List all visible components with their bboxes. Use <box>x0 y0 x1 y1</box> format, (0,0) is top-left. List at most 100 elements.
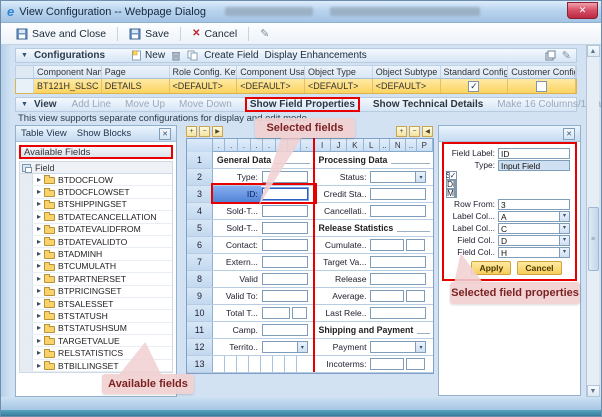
column-header-standard-config[interactable]: Standard Config. <box>441 66 509 78</box>
row-number[interactable]: 7 <box>187 254 213 270</box>
tree-item-btstatushsum[interactable]: ▸BTSTATUSHSUM <box>20 323 172 335</box>
empty-cell[interactable] <box>285 356 297 372</box>
shift-right-button[interactable]: ▶ <box>212 126 223 137</box>
field-label-last-rele[interactable]: Last Rele.. <box>314 305 369 321</box>
expand-icon[interactable]: ▸ <box>37 300 41 308</box>
expand-icon[interactable]: ▸ <box>37 275 41 283</box>
close-button[interactable]: ✕ <box>567 2 598 19</box>
property-dropdown[interactable]: D▾ <box>498 235 570 246</box>
input-field[interactable] <box>262 239 308 251</box>
tab-table-view[interactable]: Table View <box>21 128 67 139</box>
field-label-total-t[interactable]: Total T... <box>213 305 261 321</box>
grid-column-header-n[interactable]: N <box>390 139 406 152</box>
column-header-customer-config[interactable]: Customer Config. <box>508 66 576 78</box>
input-field[interactable] <box>262 307 290 319</box>
grid-column-header-i[interactable]: I <box>314 139 330 152</box>
grid-column-header-l[interactable]: L <box>364 139 380 152</box>
grid-column-header-[interactable]: .. <box>380 139 390 152</box>
dropdown-field[interactable]: ▾ <box>262 341 308 353</box>
expand-icon[interactable]: ▸ <box>37 225 41 233</box>
tree-item-btshippingset[interactable]: ▸BTSHIPPINGSET <box>20 199 172 211</box>
add-column-button[interactable]: + <box>186 126 197 137</box>
input-field[interactable] <box>370 290 404 302</box>
add-column-button[interactable]: + <box>396 126 407 137</box>
expand-icon[interactable]: ▸ <box>37 312 41 320</box>
expand-icon[interactable]: ▸ <box>37 213 41 221</box>
row-number[interactable]: 11 <box>187 322 213 338</box>
delete-configuration-button[interactable] <box>171 50 181 61</box>
view-action-show-field-properties[interactable]: Show Field Properties <box>245 97 360 112</box>
display-enhancements-button[interactable]: Display Enhancements <box>265 50 367 61</box>
grid-column-header[interactable]: . <box>238 139 251 152</box>
property-readonly-field[interactable]: Input Field <box>498 160 570 171</box>
close-panel-button[interactable]: ✕ <box>159 128 171 140</box>
row-number[interactable]: 8 <box>187 271 213 287</box>
save-button[interactable]: Save <box>124 27 174 41</box>
row-number[interactable]: 9 <box>187 288 213 304</box>
empty-cell[interactable] <box>225 356 237 372</box>
tree-item-btdatevalidto[interactable]: ▸BTDATEVALIDTO <box>20 236 172 248</box>
expand-icon[interactable]: ▸ <box>37 250 41 258</box>
expand-icon[interactable]: ▸ <box>37 337 41 345</box>
remove-column-button[interactable]: − <box>199 126 210 137</box>
grid-column-header-k[interactable]: K <box>347 139 363 152</box>
empty-cell[interactable] <box>237 356 249 372</box>
field-label-valid[interactable]: Valid <box>213 271 261 287</box>
shift-left-button[interactable]: ◀ <box>422 126 433 137</box>
grid-column-header[interactable]: . <box>213 139 226 152</box>
remove-column-button[interactable]: − <box>409 126 420 137</box>
configurations-section-title[interactable]: Configurations <box>34 50 105 61</box>
field-label-status[interactable]: Status: <box>314 169 369 185</box>
scroll-up-icon[interactable]: ▲ <box>587 45 600 57</box>
tree-item-btpartnerset[interactable]: ▸BTPARTNERSET <box>20 273 172 285</box>
grid-column-header[interactable]: . <box>301 139 314 152</box>
tree-item-btsalesset[interactable]: ▸BTSALESSET <box>20 298 172 310</box>
column-header-page[interactable]: Page <box>102 66 170 78</box>
field-label-extern[interactable]: Extern... <box>213 254 261 270</box>
property-dropdown[interactable]: A▾ <box>498 211 570 222</box>
field-label-incoterms[interactable]: Incoterms: <box>314 356 369 372</box>
property-checkbox[interactable]: ✓ <box>449 171 458 180</box>
row-number[interactable]: 1 <box>187 152 213 168</box>
expand-icon[interactable]: ▸ <box>37 176 41 184</box>
create-field-button[interactable]: Create Field <box>204 50 258 61</box>
grid-column-header[interactable]: . <box>263 139 276 152</box>
property-input-field[interactable]: ID <box>498 148 570 159</box>
input-field[interactable] <box>370 188 426 200</box>
empty-cell[interactable] <box>273 356 285 372</box>
save-and-close-button[interactable]: Save and Close <box>11 27 111 41</box>
field-label-cumulate[interactable]: Cumulate.. <box>314 237 369 253</box>
cancel-button[interactable]: ✕ Cancel <box>187 27 242 41</box>
tree-item-btdatecancellation[interactable]: ▸BTDATECANCELLATION <box>20 211 172 223</box>
input-field[interactable] <box>370 358 404 370</box>
row-number[interactable]: 2 <box>187 169 213 185</box>
grid-column-header-[interactable]: .. <box>406 139 416 152</box>
close-panel-button[interactable]: ✕ <box>563 128 575 140</box>
tree-item-btcumulath[interactable]: ▸BTCUMULATH <box>20 261 172 273</box>
tree-item-btstatush[interactable]: ▸BTSTATUSH <box>20 310 172 322</box>
input-field[interactable] <box>262 205 308 217</box>
new-configuration-button[interactable]: New <box>131 50 165 61</box>
row-number[interactable]: 6 <box>187 237 213 253</box>
input-field[interactable] <box>406 358 425 370</box>
grid-column-header-p[interactable]: P <box>417 139 433 152</box>
field-label-target-va[interactable]: Target Va... <box>314 254 369 270</box>
property-input-field[interactable]: 3 <box>498 199 570 210</box>
expand-icon[interactable]: ▸ <box>37 188 41 196</box>
configuration-row-BT121H_SLSC[interactable]: BT121H_SLSCDETAILS<DEFAULT><DEFAULT><DEF… <box>15 79 577 94</box>
view-action-show-technical-details[interactable]: Show Technical Details <box>370 99 486 110</box>
row-selector[interactable] <box>16 79 34 93</box>
column-header-object-type[interactable]: Object Type <box>305 66 373 78</box>
tree-item-btdatevalidfrom[interactable]: ▸BTDATEVALIDFROM <box>20 224 172 236</box>
dropdown-field[interactable]: ▾ <box>370 171 426 183</box>
view-section-title[interactable]: View <box>34 99 57 110</box>
input-field[interactable] <box>370 256 426 268</box>
property-checkbox[interactable] <box>454 180 457 189</box>
column-header-component-usage[interactable]: Component Usage <box>237 66 305 78</box>
input-field[interactable] <box>370 273 426 285</box>
cancel-properties-button[interactable]: Cancel <box>517 261 561 275</box>
collapse-caret-icon[interactable]: ▼ <box>21 52 28 59</box>
field-label-contact[interactable]: Contact: <box>213 237 261 253</box>
tree-item-btdocflow[interactable]: ▸BTDOCFLOW <box>20 174 172 186</box>
property-checkbox[interactable] <box>454 189 457 198</box>
